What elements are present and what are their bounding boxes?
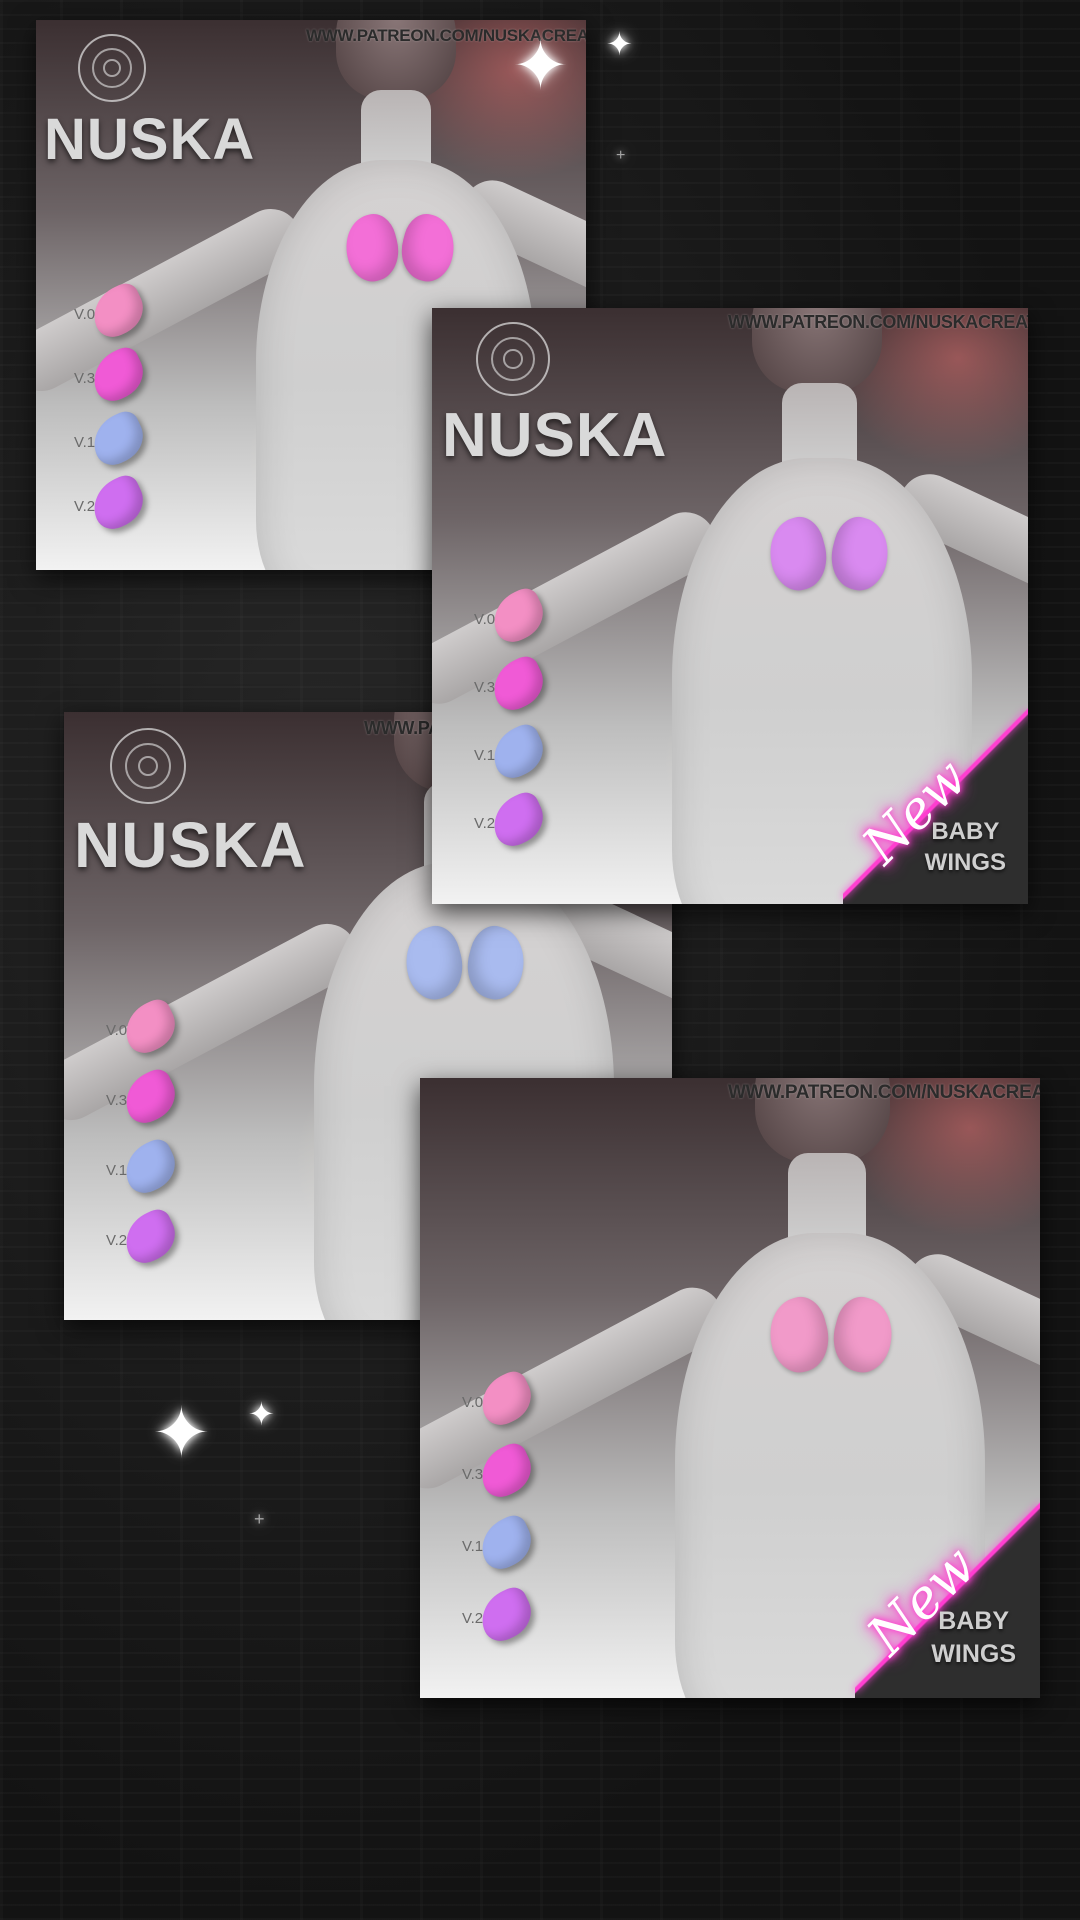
- variant-wing-icon: [484, 652, 552, 716]
- variant-label: V.1: [462, 1538, 484, 1555]
- variant-label: V.1: [74, 434, 96, 451]
- variant-wing-icon: [116, 1135, 184, 1199]
- variant-list: V.0 V.3 V.1 V.2: [74, 279, 164, 548]
- brand-logo: NUSKA: [74, 809, 307, 881]
- variant-label: V.3: [74, 370, 96, 387]
- product-title: BABY WINGS: [925, 816, 1006, 878]
- wings-preview: [761, 1291, 901, 1379]
- variant-list: V.0 V.3 V.1 V.2: [474, 584, 574, 883]
- variant-label: V.2: [474, 815, 496, 832]
- product-title-line1: BABY: [931, 817, 1000, 845]
- variant-label: V.0: [106, 1022, 128, 1039]
- variant-label: V.2: [462, 1610, 484, 1627]
- variant-label: V.3: [474, 679, 496, 696]
- variant-wing-icon: [116, 1065, 184, 1129]
- variant-list: V.0 V.3 V.1 V.2: [106, 995, 206, 1294]
- sparkle-icon: +: [254, 1509, 265, 1529]
- sparkle-icon: ✦: [606, 26, 633, 62]
- variant-label: V.0: [74, 306, 96, 323]
- variant-wing-icon: [472, 1583, 540, 1647]
- variant-label: V.2: [106, 1232, 128, 1249]
- sparkle-icon: ✦: [512, 28, 569, 104]
- product-card-2: NUSKA WWW.PATREON.COM/NUSKACREATIONS V.0…: [432, 308, 1028, 904]
- variant-label: V.0: [462, 1394, 484, 1411]
- variant-wing-icon: [84, 407, 152, 471]
- wings-preview: [397, 920, 533, 1006]
- mandala-logo-icon: [78, 34, 146, 102]
- variant-wing-icon: [484, 720, 552, 784]
- variant-wing-icon: [472, 1511, 540, 1575]
- brand-logo: NUSKA: [442, 401, 668, 470]
- variant-label: V.1: [474, 747, 496, 764]
- variant-wing-icon: [484, 584, 552, 648]
- variant-label: V.3: [462, 1466, 484, 1483]
- wings-preview: [338, 209, 462, 287]
- mandala-logo-icon: [110, 728, 186, 804]
- variant-wing-icon: [472, 1439, 540, 1503]
- left-wing: [338, 209, 406, 287]
- left-wing: [761, 511, 835, 597]
- left-wing: [761, 1291, 837, 1379]
- variant-label: V.0: [474, 611, 496, 628]
- right-wing: [823, 511, 897, 597]
- patreon-url: WWW.PATREON.COM/NUSKACREATIONS: [728, 312, 1028, 332]
- variant-wing-icon: [116, 995, 184, 1059]
- variant-wing-icon: [472, 1367, 540, 1431]
- mandala-logo-icon: [476, 322, 550, 396]
- wings-preview: [761, 511, 897, 597]
- sparkle-icon: ✦: [248, 1396, 275, 1432]
- right-wing: [459, 920, 533, 1006]
- sparkle-icon: +: [616, 147, 626, 164]
- product-title-line2: WINGS: [931, 1639, 1016, 1668]
- product-title-line1: BABY: [938, 1607, 1010, 1635]
- variant-wing-icon: [116, 1205, 184, 1269]
- variant-wing-icon: [484, 788, 552, 852]
- right-wing: [394, 209, 462, 287]
- variant-wing-icon: [84, 343, 152, 407]
- patreon-url: WWW.PATREON.COM/NUSKACREATIONS: [728, 1082, 1040, 1103]
- variant-list: V.0 V.3 V.1 V.2: [462, 1367, 562, 1676]
- variant-wing-icon: [84, 279, 152, 343]
- left-wing: [397, 920, 471, 1006]
- variant-wing-icon: [84, 471, 152, 535]
- product-title-line2: WINGS: [924, 848, 1006, 876]
- variant-label: V.1: [106, 1162, 128, 1179]
- brand-logo: NUSKA: [44, 107, 256, 172]
- variant-label: V.3: [106, 1092, 128, 1109]
- sparkle-icon: ✦: [152, 1394, 211, 1472]
- right-wing: [825, 1291, 901, 1379]
- product-card-4: WWW.PATREON.COM/NUSKACREATIONS V.0 V.3 V…: [420, 1078, 1040, 1698]
- variant-label: V.2: [74, 498, 96, 515]
- product-title: BABY WINGS: [931, 1605, 1016, 1670]
